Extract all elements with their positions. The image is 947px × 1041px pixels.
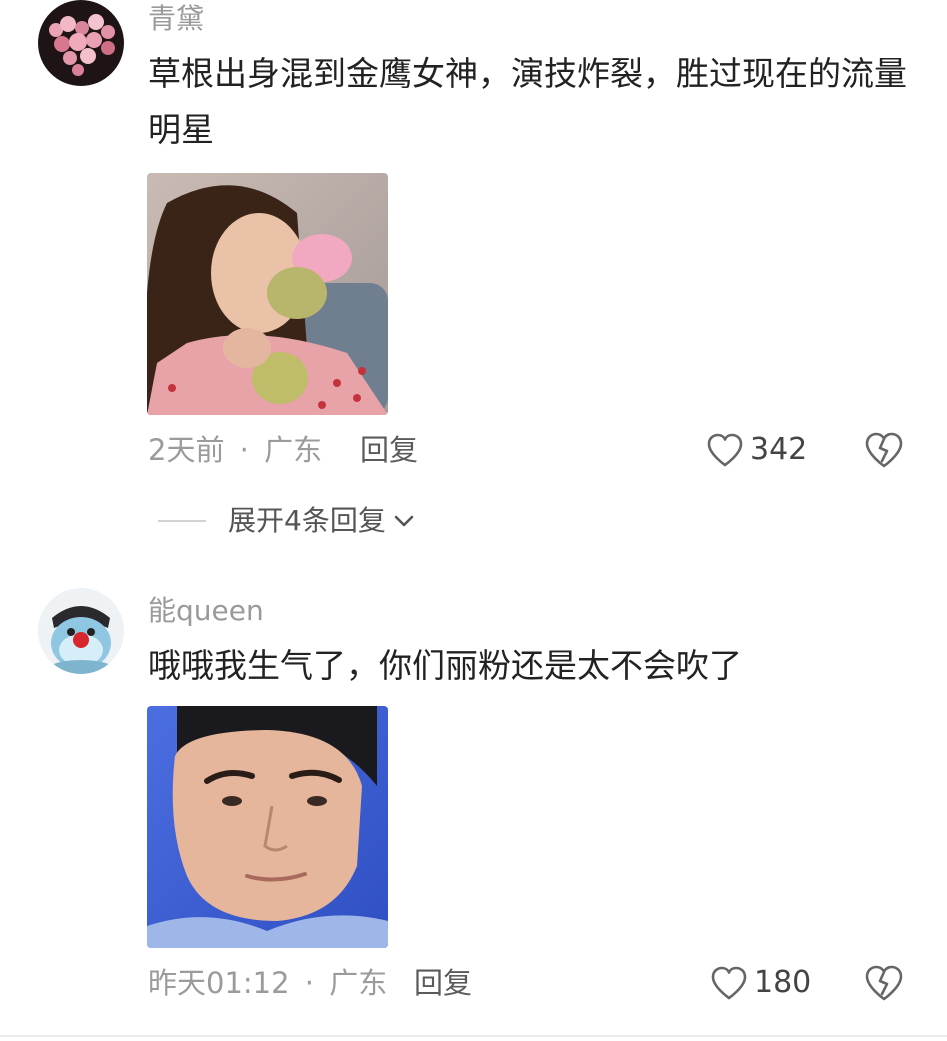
divider-line bbox=[158, 520, 206, 522]
reply-button[interactable]: 回复 bbox=[360, 432, 418, 468]
reply-button[interactable]: 回复 bbox=[414, 965, 472, 1001]
like-button[interactable]: 342 bbox=[706, 432, 807, 468]
comment-time: 昨天01:12 bbox=[148, 966, 290, 1000]
comment-image[interactable] bbox=[147, 706, 388, 948]
username[interactable]: 能queen bbox=[148, 594, 264, 628]
comment-meta: 2天前 · 广东 bbox=[148, 432, 322, 468]
avatar-image bbox=[38, 588, 124, 674]
like-button[interactable]: 180 bbox=[710, 965, 811, 1001]
expand-replies-button[interactable]: 展开4条回复 bbox=[158, 504, 416, 538]
chevron-down-icon bbox=[394, 515, 414, 527]
comment-text: 草根出身混到金鹰女神，演技炸裂，胜过现在的流量明星 bbox=[148, 54, 907, 149]
avatar-image bbox=[38, 0, 124, 86]
like-count: 180 bbox=[754, 965, 812, 1000]
comment-photo bbox=[147, 173, 388, 415]
dislike-button[interactable] bbox=[864, 964, 904, 1006]
like-count: 342 bbox=[750, 432, 808, 467]
avatar[interactable] bbox=[38, 588, 124, 674]
heart-outline-icon bbox=[711, 966, 747, 1000]
meta-separator: · bbox=[239, 433, 249, 467]
avatar[interactable] bbox=[38, 0, 124, 86]
comment-location: 广东 bbox=[264, 433, 323, 467]
comment-time: 2天前 bbox=[148, 433, 225, 467]
comment-image[interactable] bbox=[147, 173, 388, 415]
broken-heart-icon bbox=[865, 432, 903, 468]
expand-replies-label: 展开4条回复 bbox=[228, 504, 386, 537]
heart-outline-icon bbox=[707, 433, 743, 467]
comment-photo bbox=[147, 706, 388, 948]
broken-heart-icon bbox=[865, 965, 903, 1001]
comment-location: 广东 bbox=[329, 966, 388, 1000]
comment-text: 哦哦我生气了，你们丽粉还是太不会吹了 bbox=[148, 646, 742, 685]
comment-meta: 昨天01:12 · 广东 bbox=[148, 965, 387, 1001]
bottom-divider bbox=[0, 1035, 947, 1037]
username[interactable]: 青黛 bbox=[148, 2, 204, 36]
meta-separator: · bbox=[304, 966, 315, 1000]
dislike-button[interactable] bbox=[864, 431, 904, 473]
